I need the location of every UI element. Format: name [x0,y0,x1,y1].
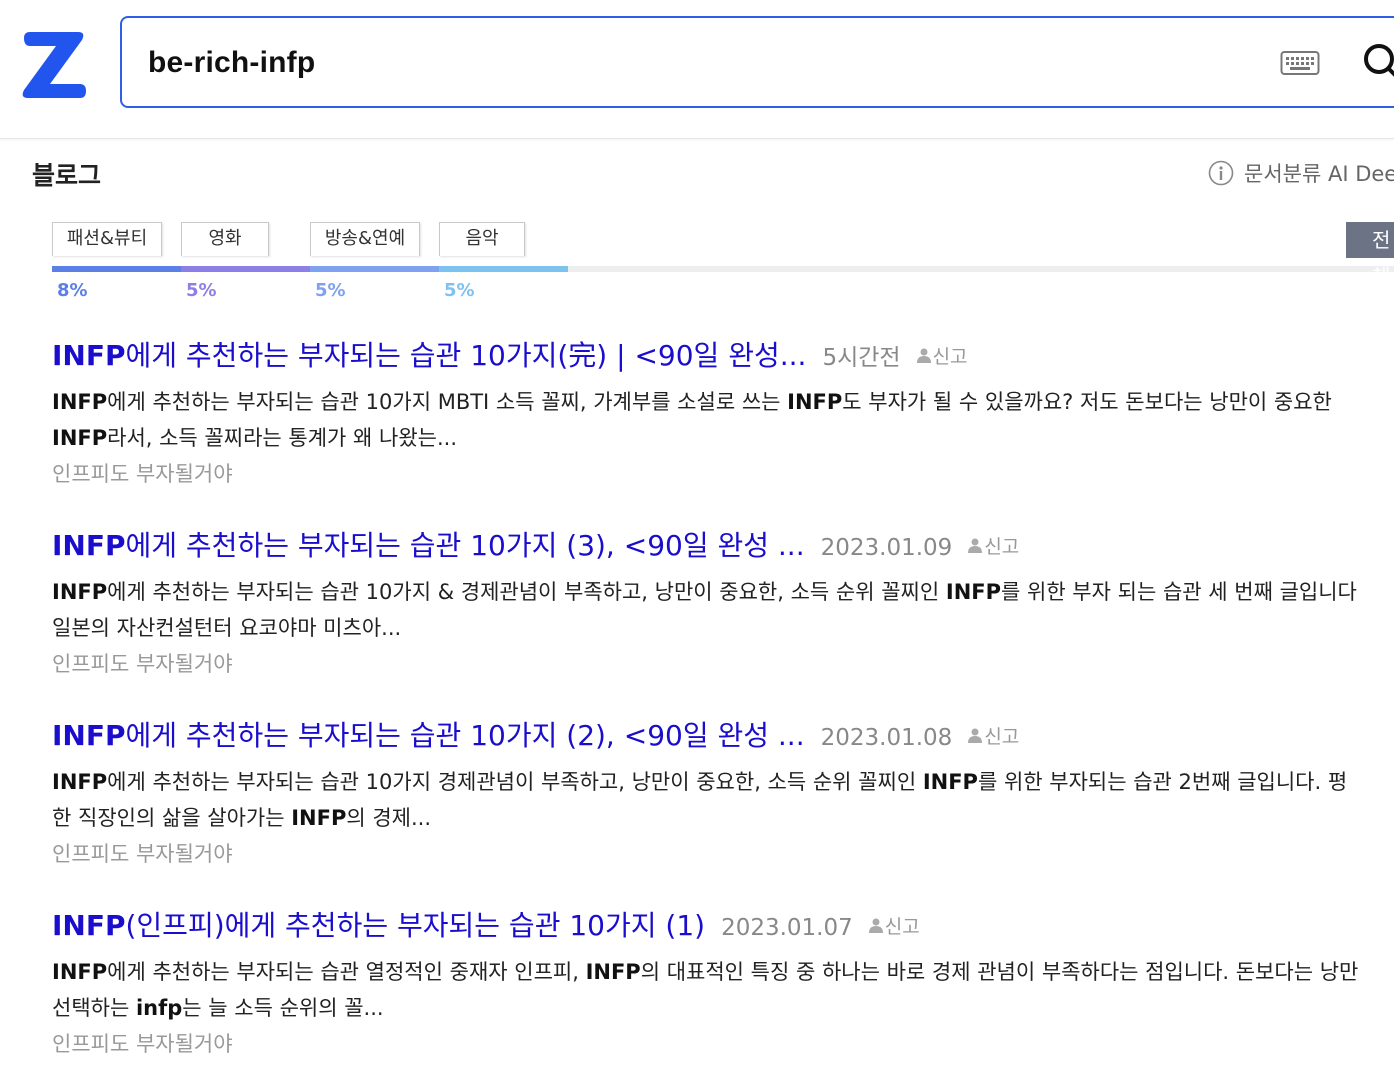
result-source[interactable]: 인프피도 부자될거야 [52,1028,1394,1058]
result-item: INFP에게 추천하는 부자되는 습관 10가지(完) | <90일 완성...… [52,334,1394,488]
keyboard-icon[interactable] [1280,49,1320,77]
search-box[interactable]: be-rich-infp [120,16,1394,108]
person-icon [968,538,983,553]
person-icon [968,728,983,743]
header: be-rich-infp [0,0,1394,139]
result-source[interactable]: 인프피도 부자될거야 [52,838,1394,868]
category-bar-broadcast [310,266,439,272]
category-tag-movie[interactable]: 영화 [181,222,269,256]
report-button[interactable]: 신고 [968,532,1019,559]
result-title-link[interactable]: INFP(인프피)에게 추천하는 부자되는 습관 10가지 (1) [52,909,705,942]
classify-info[interactable]: 문서분류 AI Deep [1208,158,1394,188]
category-bar-movie [181,266,310,272]
result-date: 5시간전 [822,345,901,371]
result-source[interactable]: 인프피도 부자될거야 [52,458,1394,488]
report-button[interactable]: 신고 [916,342,968,369]
result-title-link[interactable]: INFP에게 추천하는 부자되는 습관 10가지(完) | <90일 완성... [52,339,806,372]
result-item: INFP에게 추천하는 부자되는 습관 10가지 (2), <90일 완성 ..… [52,714,1394,868]
category-bar-music [439,266,568,272]
category-percent-music: 5% [444,280,475,301]
category-tag-broadcast[interactable]: 방송&연예 [310,222,420,256]
result-item: INFP에게 추천하는 부자되는 습관 10가지 (3), <90일 완성 ..… [52,524,1394,678]
result-date: 2023.01.09 [820,535,953,561]
result-snippet: INFP에게 추천하는 부자되는 습관 10가지 경제관념이 부족하고, 낭만이… [52,770,1348,830]
classify-label: 문서분류 AI Deep [1244,162,1394,186]
category-percent-broadcast: 5% [315,280,346,301]
report-button[interactable]: 신고 [868,912,920,939]
result-title-link[interactable]: INFP에게 추천하는 부자되는 습관 10가지 (2), <90일 완성 ..… [52,719,805,752]
result-snippet: INFP에게 추천하는 부자되는 습관 열정적인 중재자 인프피, INFP의 … [52,960,1359,1020]
category-percent-fashion: 8% [57,280,88,301]
search-input[interactable]: be-rich-infp [148,46,315,80]
result-date: 2023.01.08 [820,725,953,751]
person-icon [916,348,931,363]
category-percent-movie: 5% [186,280,217,301]
result-item: INFP(인프피)에게 추천하는 부자되는 습관 10가지 (1) 2023.01… [52,904,1394,1058]
search-icon[interactable] [1362,42,1394,82]
section-title: 블로그 [32,161,102,190]
info-icon [1208,160,1234,186]
result-source[interactable]: 인프피도 부자될거야 [52,648,1394,678]
category-bar-fashion [52,266,181,272]
result-snippet: INFP에게 추천하는 부자되는 습관 10가지 & 경제관념이 부족하고, 낭… [52,580,1357,640]
zum-logo[interactable] [18,30,88,100]
result-date: 2023.01.07 [721,915,853,941]
person-icon [868,918,883,933]
category-tag-music[interactable]: 음악 [439,222,525,256]
category-tag-fashion[interactable]: 패션&뷰티 [52,222,162,256]
all-categories-button[interactable]: 전체 [1346,222,1394,288]
result-snippet: INFP에게 추천하는 부자되는 습관 10가지 MBTI 소득 꼴찌, 가계부… [52,390,1332,450]
result-title-link[interactable]: INFP에게 추천하는 부자되는 습관 10가지 (3), <90일 완성 ..… [52,529,805,562]
report-button[interactable]: 신고 [968,722,1019,749]
